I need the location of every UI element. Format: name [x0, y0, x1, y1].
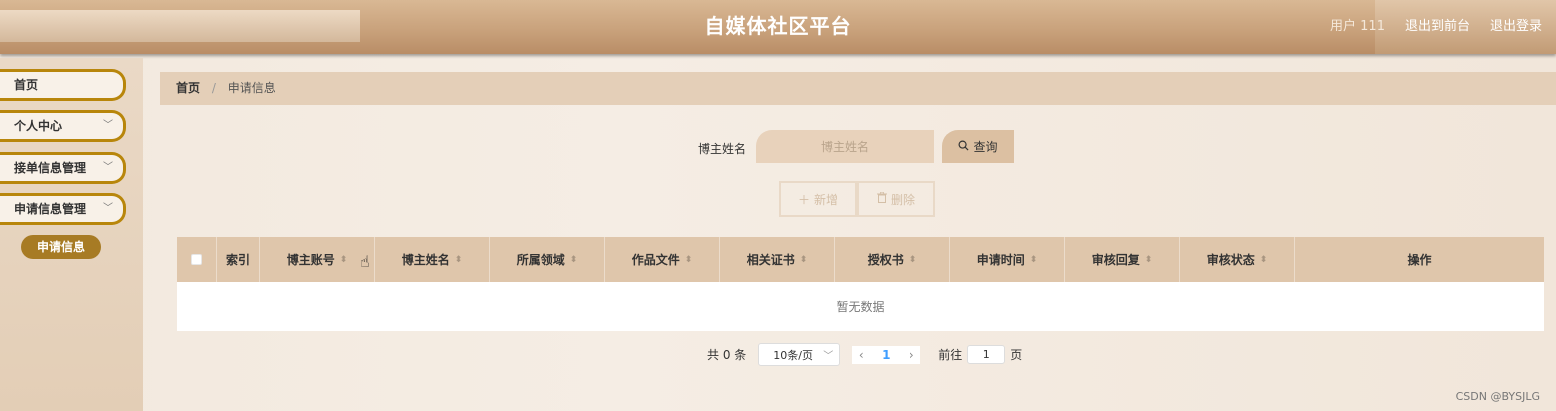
- column-label: 索引: [225, 253, 250, 267]
- add-button[interactable]: ＋ 新增: [779, 181, 857, 217]
- sidebar-subitem-application-info[interactable]: 申请信息: [21, 235, 101, 259]
- chevron-down-icon: ﹀: [103, 203, 113, 214]
- plus-icon: ＋: [797, 192, 810, 207]
- column-header-sortable[interactable]: 审核回复 ⬍: [1065, 237, 1180, 282]
- column-header-sortable[interactable]: 作品文件 ⬍: [605, 237, 720, 282]
- column-header: 索引: [217, 237, 260, 282]
- sort-icon[interactable]: ⬍: [455, 255, 463, 264]
- sidebar-item-order-info-management[interactable]: 接单信息管理 ﹀: [0, 152, 126, 184]
- sidebar-item-label: 申请信息管理: [14, 202, 87, 216]
- goto-label: 前往: [938, 348, 963, 362]
- column-header-sortable[interactable]: 所属领域 ⬍: [490, 237, 605, 282]
- sort-icon[interactable]: ⬍: [1145, 255, 1153, 264]
- delete-button-label: 删除: [890, 192, 915, 207]
- data-table: 索引 博主账号 ⬍ 博主姓名 ⬍ 所属领域 ⬍ 作品文件 ⬍ 相关证书 ⬍ 授权书 ⬍ 申请…: [177, 237, 1544, 331]
- column-header-sortable[interactable]: 审核状态 ⬍: [1180, 237, 1295, 282]
- column-label: 审核状态: [1206, 253, 1255, 267]
- page-unit: 页: [1010, 348, 1023, 362]
- chevron-down-icon: ﹀: [103, 120, 113, 131]
- select-all-cell: [177, 237, 217, 282]
- column-label: 操作: [1407, 253, 1432, 267]
- sort-icon[interactable]: ⬍: [800, 255, 808, 264]
- sidebar-item-label: 首页: [14, 78, 39, 92]
- sidebar-item-home[interactable]: 首页: [0, 69, 126, 101]
- delete-button[interactable]: 删除: [857, 181, 935, 217]
- breadcrumb: 首页 / 申请信息: [160, 72, 1556, 105]
- chevron-down-icon: ﹀: [103, 162, 113, 173]
- breadcrumb-home[interactable]: 首页: [176, 81, 200, 95]
- pagination: 共 0 条 10条/页 ﹀ ‹ 1 › 前往 1 页: [707, 343, 1022, 366]
- breadcrumb-current: 申请信息: [227, 81, 276, 95]
- column-label: 审核回复: [1091, 253, 1140, 267]
- column-label: 博主账号: [286, 253, 335, 267]
- chevron-down-icon: ﹀: [823, 351, 834, 362]
- sidebar-item-label: 个人中心: [14, 119, 63, 133]
- goto-page-input[interactable]: 1: [967, 345, 1006, 364]
- total-count: 共 0 条: [707, 348, 747, 362]
- sort-icon[interactable]: ⬍: [1260, 255, 1268, 264]
- select-all-checkbox[interactable]: [191, 254, 202, 265]
- prev-page-icon[interactable]: ‹: [852, 348, 870, 362]
- table-empty-row: 暂无数据: [177, 282, 1544, 331]
- next-page-icon[interactable]: ›: [902, 348, 920, 362]
- current-user: 用户 111: [1330, 19, 1385, 34]
- exit-to-front-link[interactable]: 退出到前台: [1405, 15, 1470, 34]
- sidebar-item-application-management[interactable]: 申请信息管理 ﹀: [0, 193, 126, 225]
- column-label: 相关证书: [746, 253, 795, 267]
- top-header: 自媒体社区平台 用户 111 退出到前台 退出登录: [0, 0, 1556, 54]
- sort-icon[interactable]: ⬍: [909, 255, 917, 264]
- header-links: 用户 111 退出到前台 退出登录: [1330, 15, 1542, 34]
- watermark: CSDN @BYSJLG: [1455, 390, 1540, 403]
- sidebar-item-label: 接单信息管理: [14, 161, 87, 175]
- trash-icon: [876, 191, 887, 206]
- table-header: 索引 博主账号 ⬍ 博主姓名 ⬍ 所属领域 ⬍ 作品文件 ⬍ 相关证书 ⬍ 授权书 ⬍ 申请…: [177, 237, 1544, 282]
- search-button[interactable]: 查询: [942, 130, 1014, 163]
- sort-icon[interactable]: ⬍: [1030, 255, 1038, 264]
- sort-icon[interactable]: ⬍: [685, 255, 693, 264]
- column-label: 作品文件: [631, 253, 680, 267]
- column-header-sortable[interactable]: 博主姓名 ⬍: [375, 237, 490, 282]
- column-header-sortable[interactable]: 博主账号 ⬍: [260, 237, 375, 282]
- page-size-select[interactable]: 10条/页 ﹀: [758, 343, 841, 366]
- search-button-label: 查询: [973, 140, 998, 154]
- column-header-sortable[interactable]: 授权书 ⬍: [835, 237, 950, 282]
- column-label: 博主姓名: [401, 253, 450, 267]
- sort-icon[interactable]: ⬍: [340, 255, 348, 264]
- pager-controls: ‹ 1 ›: [852, 345, 921, 364]
- sort-icon[interactable]: ⬍: [570, 255, 578, 264]
- column-label: 申请时间: [976, 253, 1025, 267]
- column-label: 所属领域: [516, 253, 565, 267]
- column-header-sortable[interactable]: 申请时间 ⬍: [950, 237, 1065, 282]
- sidebar-item-personal-center[interactable]: 个人中心 ﹀: [0, 110, 126, 142]
- current-page[interactable]: 1: [870, 348, 902, 362]
- app-title: 自媒体社区平台: [704, 14, 852, 38]
- column-header: 操作: [1295, 237, 1544, 282]
- page-size-value: 10条/页: [773, 348, 813, 362]
- empty-text: 暂无数据: [836, 300, 885, 314]
- hand-cursor-icon: ☝: [360, 252, 370, 271]
- search-icon: [958, 140, 969, 154]
- column-label: 授权书: [867, 253, 904, 267]
- column-header-sortable[interactable]: 相关证书 ⬍: [720, 237, 835, 282]
- search-label: 博主姓名: [698, 142, 747, 156]
- breadcrumb-separator: /: [211, 81, 216, 95]
- logout-link[interactable]: 退出登录: [1490, 15, 1542, 34]
- add-button-label: 新增: [814, 192, 839, 207]
- search-input[interactable]: [756, 130, 934, 163]
